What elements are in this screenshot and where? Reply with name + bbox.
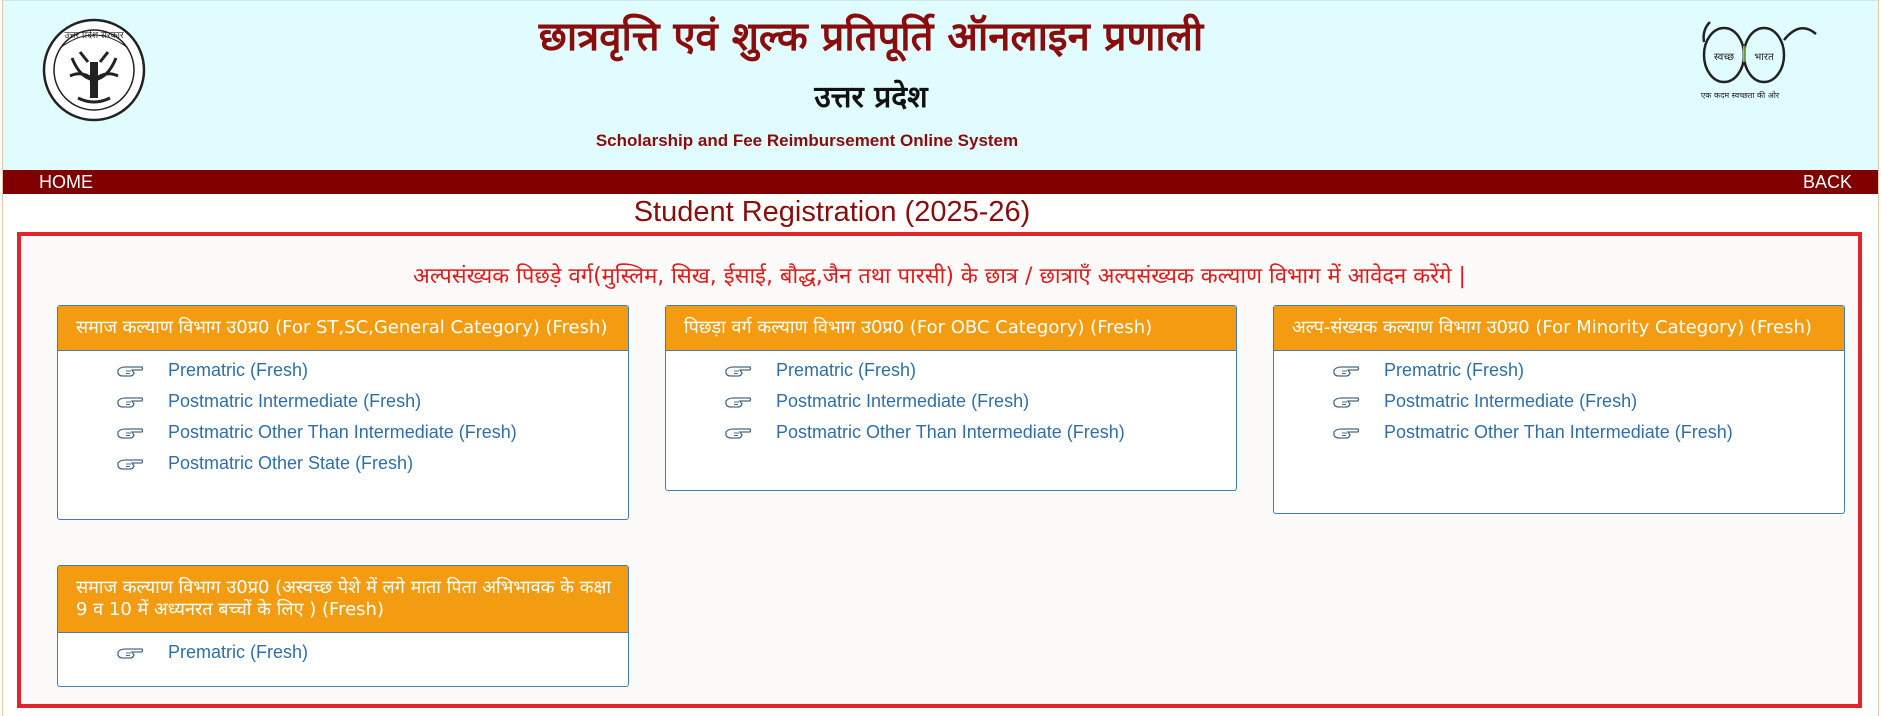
panel-social-welfare: समाज कल्याण विभाग उ0प्र0 (For ST,SC,Gene… <box>57 305 629 520</box>
pointing-hand-icon <box>725 366 752 377</box>
page: उत्तर प्रदेश सरकार छात्रवृत्ति एवं शुल्क… <box>2 0 1879 716</box>
svg-text:स्वच्छ: स्वच्छ <box>1714 52 1734 63</box>
link-prematric[interactable]: Prematric (Fresh) <box>168 360 308 380</box>
list-item: Prematric (Fresh) <box>58 358 628 389</box>
link-postmatric-intermediate[interactable]: Postmatric Intermediate (Fresh) <box>1384 391 1637 411</box>
pointing-hand-icon <box>1333 366 1360 377</box>
site-title-hindi: छात्रवृत्ति एवं शुल्क प्रतिपूर्ति ऑनलाइन… <box>538 14 1204 60</box>
link-postmatric-other-than-intermediate[interactable]: Postmatric Other Than Intermediate (Fres… <box>776 422 1125 442</box>
panel-obc-welfare: पिछड़ा वर्ग कल्याण विभाग उ0प्र0 (For OBC… <box>665 305 1237 491</box>
link-prematric[interactable]: Prematric (Fresh) <box>168 642 308 662</box>
link-postmatric-other-than-intermediate[interactable]: Postmatric Other Than Intermediate (Fres… <box>168 422 517 442</box>
link-prematric[interactable]: Prematric (Fresh) <box>1384 360 1524 380</box>
list-item: Prematric (Fresh) <box>666 358 1236 389</box>
back-link[interactable]: BACK <box>1803 172 1852 193</box>
list-item: Prematric (Fresh) <box>58 640 628 671</box>
list-item: Prematric (Fresh) <box>1274 358 1844 389</box>
minority-notice: अल्पसंख्यक पिछड़े वर्ग(मुस्लिम, सिख, ईसा… <box>413 264 1466 289</box>
panel-title: अल्प-संख्यक कल्याण विभाग उ0प्र0 (For Min… <box>1274 306 1844 351</box>
list-item: Postmatric Intermediate (Fresh) <box>58 389 628 420</box>
pointing-hand-icon <box>117 366 144 377</box>
top-navbar: HOME BACK <box>3 170 1878 194</box>
registration-frame: अल्पसंख्यक पिछड़े वर्ग(मुस्लिम, सिख, ईसा… <box>17 232 1862 708</box>
panel-title: पिछड़ा वर्ग कल्याण विभाग उ0प्र0 (For OBC… <box>666 306 1236 351</box>
pointing-hand-icon <box>117 397 144 408</box>
state-name-hindi: उत्तर प्रदेश <box>814 80 928 115</box>
link-prematric[interactable]: Prematric (Fresh) <box>776 360 916 380</box>
pointing-hand-icon <box>725 397 752 408</box>
pointing-hand-icon <box>1333 428 1360 439</box>
link-postmatric-other-than-intermediate[interactable]: Postmatric Other Than Intermediate (Fres… <box>1384 422 1733 442</box>
pointing-hand-icon <box>117 428 144 439</box>
pointing-hand-icon <box>1333 397 1360 408</box>
link-postmatric-intermediate[interactable]: Postmatric Intermediate (Fresh) <box>776 391 1029 411</box>
swachh-bharat-glasses-icon: स्वच्छ भारत एक कदम स्वच्छता की ओर <box>1701 21 1817 100</box>
panel-minority-welfare: अल्प-संख्यक कल्याण विभाग उ0प्र0 (For Min… <box>1273 305 1845 514</box>
list-item: Postmatric Intermediate (Fresh) <box>666 389 1236 420</box>
link-postmatric-other-state[interactable]: Postmatric Other State (Fresh) <box>168 453 413 473</box>
pointing-hand-icon <box>117 648 144 659</box>
page-title: Student Registration (2025-26) <box>633 196 1031 228</box>
pointing-hand-icon <box>725 428 752 439</box>
svg-text:एक कदम स्वच्छता की ओर: एक कदम स्वच्छता की ओर <box>1701 90 1780 100</box>
list-item: Postmatric Intermediate (Fresh) <box>1274 389 1844 420</box>
list-item: Postmatric Other State (Fresh) <box>58 451 628 482</box>
svg-text:भारत: भारत <box>1754 52 1774 63</box>
site-header: उत्तर प्रदेश सरकार छात्रवृत्ति एवं शुल्क… <box>3 0 1878 170</box>
list-item: Postmatric Other Than Intermediate (Fres… <box>666 420 1236 451</box>
panel-title: समाज कल्याण विभाग उ0प्र0 (For ST,SC,Gene… <box>58 306 628 351</box>
site-title-english: Scholarship and Fee Reimbursement Online… <box>595 131 1019 150</box>
pointing-hand-icon <box>117 459 144 470</box>
home-link[interactable]: HOME <box>39 172 93 193</box>
link-postmatric-intermediate[interactable]: Postmatric Intermediate (Fresh) <box>168 391 421 411</box>
panel-title: समाज कल्याण विभाग उ0प्र0 (अस्वच्छ पेशे म… <box>58 566 628 633</box>
list-item: Postmatric Other Than Intermediate (Fres… <box>58 420 628 451</box>
list-item: Postmatric Other Than Intermediate (Fres… <box>1274 420 1844 451</box>
panel-social-welfare-unclean-occupation: समाज कल्याण विभाग उ0प्र0 (अस्वच्छ पेशे म… <box>57 565 629 687</box>
